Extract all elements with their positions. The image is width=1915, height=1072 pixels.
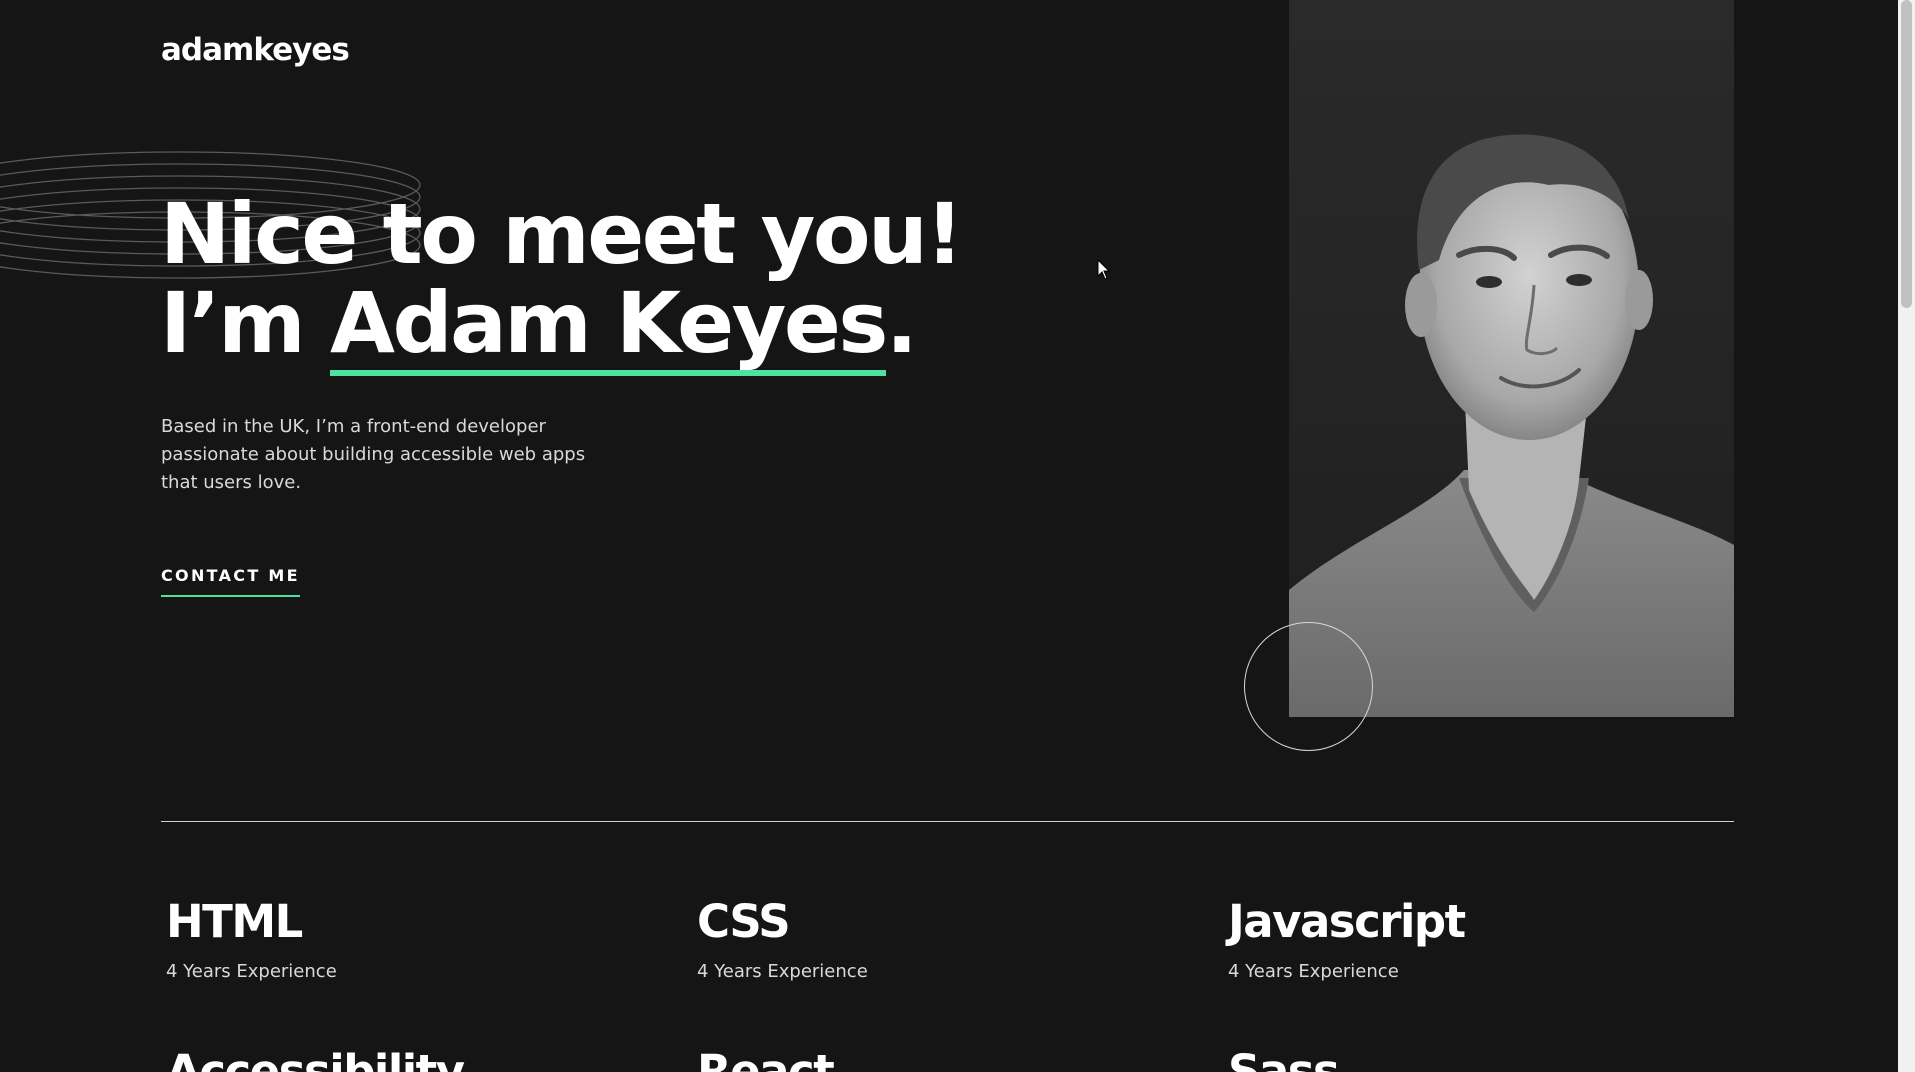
- skill-accessibility: Accessibility: [166, 1045, 465, 1072]
- skill-html: HTML 4 Years Experience: [166, 895, 337, 982]
- portrait-illustration: [1289, 134, 1734, 717]
- skill-name: CSS: [697, 895, 791, 948]
- hero-title-line1: Nice to meet you!: [160, 185, 964, 283]
- skill-experience: 4 Years Experience: [1228, 961, 1399, 982]
- hero-title-prefix: I’m: [160, 274, 330, 372]
- skill-experience: 4 Years Experience: [697, 961, 868, 982]
- skill-experience: 4 Years Experience: [166, 961, 337, 982]
- hero-name: Adam Keyes: [329, 274, 888, 372]
- skill-javascript: Javascript 4 Years Experience: [1228, 895, 1466, 982]
- skill-name: HTML: [166, 895, 303, 948]
- section-divider: [161, 821, 1734, 822]
- hero-description: Based in the UK, I’m a front-end develop…: [161, 416, 586, 493]
- skill-name: Javascript: [1228, 895, 1466, 948]
- name-underline: [329, 370, 886, 376]
- skill-react: React: [697, 1045, 835, 1072]
- scrollbar-thumb[interactable]: [1901, 0, 1912, 308]
- hero-title: Nice to meet you! I’m Adam Keyes.: [160, 190, 964, 376]
- hero-name-highlight: Adam Keyes: [329, 279, 888, 376]
- site-logo[interactable]: adamkeyes: [161, 32, 350, 68]
- vertical-scrollbar[interactable]: [1898, 0, 1915, 1072]
- mouse-cursor-icon: [1097, 259, 1111, 280]
- skill-name: React: [697, 1045, 835, 1072]
- hero-title-suffix: .: [885, 274, 918, 372]
- contact-me-button[interactable]: CONTACT ME: [161, 566, 300, 597]
- skill-name: Sass: [1228, 1045, 1340, 1072]
- skill-sass: Sass: [1228, 1045, 1340, 1072]
- skill-name: Accessibility: [166, 1045, 465, 1072]
- profile-photo: [1289, 0, 1734, 717]
- circle-decoration: [1244, 622, 1373, 751]
- skill-css: CSS 4 Years Experience: [697, 895, 868, 982]
- page: adamkeyes Nice to meet you! I’m Adam Key…: [0, 0, 1898, 1072]
